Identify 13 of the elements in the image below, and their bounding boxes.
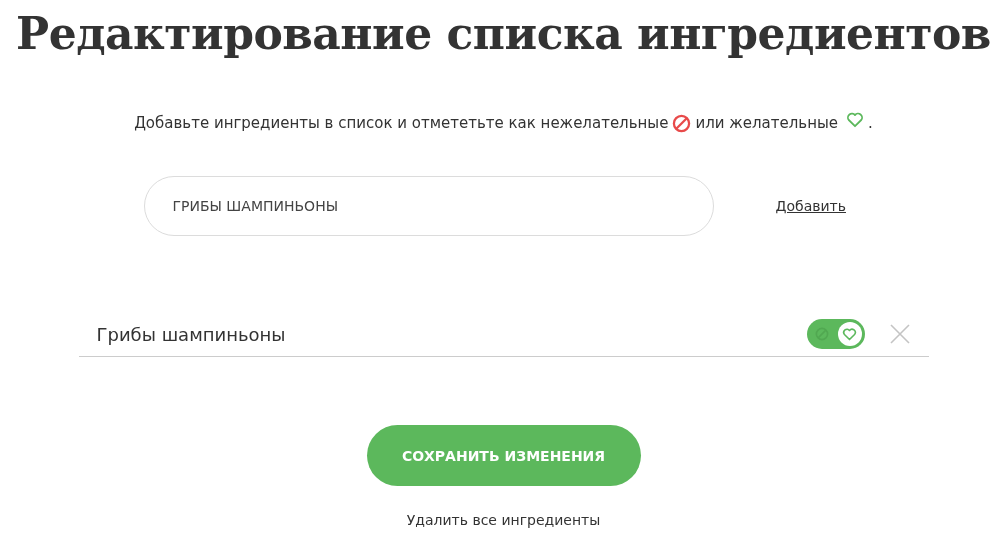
page-title: Редактирование списка ингредиентов — [16, 7, 991, 61]
instruction-text: Добавьте ингредиенты в список и отмететьте как нежелательные — [134, 114, 669, 132]
instruction-text: или желательные — [695, 114, 839, 132]
preference-toggle[interactable] — [806, 319, 865, 349]
ban-icon — [672, 113, 692, 133]
heart-icon — [846, 112, 865, 128]
ingredient-name: Грибы шампиньоны — [96, 323, 287, 345]
heart-icon — [842, 327, 857, 341]
instruction-text: . — [868, 114, 873, 132]
close-icon[interactable] — [888, 323, 911, 345]
ingredient-input-field[interactable]: ГРИБЫ ШАМПИНЬОНЫ — [143, 176, 714, 236]
delete-all-link[interactable]: Удалить все ингредиенты — [406, 512, 601, 528]
add-link[interactable]: Добавить — [775, 198, 846, 214]
